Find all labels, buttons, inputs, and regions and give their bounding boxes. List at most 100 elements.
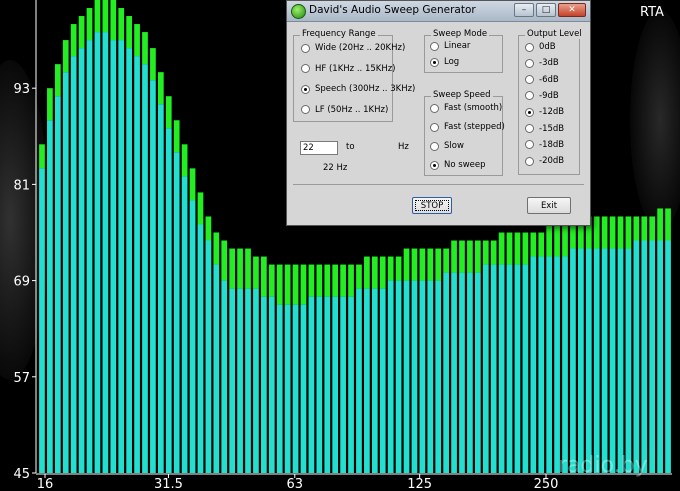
level-bar (268, 296, 275, 473)
radio-button-icon[interactable] (525, 75, 534, 85)
sweep-mode-option[interactable]: Linear (430, 41, 470, 51)
output-level-option[interactable]: -6dB (525, 75, 559, 85)
radio-button-icon[interactable] (301, 64, 310, 73)
output-level-option-label: -6dB (539, 74, 559, 85)
level-bar (213, 264, 220, 473)
frequency-range-option[interactable]: Speech (300Hz .. 3KHz) (301, 84, 415, 94)
sweep-mode-option-label: Linear (444, 41, 471, 51)
peak-bar (134, 24, 140, 57)
peak-bar (157, 72, 164, 105)
peak-bar (411, 248, 418, 281)
peak-bar (94, 0, 101, 33)
radio-button-icon[interactable] (525, 156, 534, 166)
level-bar (316, 296, 323, 473)
output-level-option[interactable]: -15dB (525, 124, 564, 134)
sweep-mode-option[interactable]: Log (430, 57, 459, 67)
radio-button-icon[interactable] (430, 103, 439, 113)
radio-button-icon[interactable] (430, 141, 439, 151)
peak-bar (649, 216, 656, 241)
level-bar (181, 176, 188, 473)
peak-bar (229, 248, 236, 289)
radio-button-icon[interactable] (430, 160, 439, 170)
dialog-titlebar[interactable]: David's Audio Sweep Generator – □ ✕ (287, 1, 590, 22)
level-bar (157, 104, 164, 473)
level-bar (617, 248, 624, 473)
maximize-button[interactable]: □ (536, 3, 556, 17)
peak-bar (459, 240, 465, 273)
peak-bar (482, 240, 489, 265)
sweep-speed-option[interactable]: Fast (stepped) (430, 122, 505, 132)
level-bar (427, 280, 434, 473)
peak-bar (47, 88, 53, 121)
level-bar (94, 32, 101, 473)
level-bar (474, 272, 481, 473)
peak-bar (300, 264, 307, 305)
output-level-option-label: 0dB (539, 42, 556, 52)
radio-button-icon[interactable] (525, 107, 534, 117)
dialog-separator (293, 184, 584, 185)
output-level-option-label: -20dB (539, 156, 565, 167)
output-level-option[interactable]: -3dB (525, 58, 559, 68)
peak-bar (213, 232, 220, 265)
sweep-speed-option[interactable]: Slow (430, 141, 464, 151)
frequency-input[interactable] (300, 141, 338, 155)
x-tick-label: 125 (407, 477, 432, 491)
peak-bar (165, 96, 172, 129)
level-bar (118, 40, 125, 473)
radio-button-icon[interactable] (525, 140, 534, 150)
watermark: radio.by (558, 453, 648, 478)
level-bar (379, 288, 386, 473)
level-bar (665, 240, 671, 473)
level-bar (276, 304, 283, 473)
sweep-speed-option[interactable]: No sweep (430, 160, 486, 170)
peak-bar (641, 216, 648, 241)
radio-button-icon[interactable] (430, 41, 439, 51)
radio-button-icon[interactable] (301, 43, 310, 53)
radio-button-icon[interactable] (525, 58, 534, 68)
frequency-range-option[interactable]: Wide (20Hz .. 20KHz) (301, 43, 405, 53)
level-bar (126, 48, 132, 473)
frequency-range-option-label: LF (50Hz .. 1KHz) (315, 104, 389, 115)
frequency-range-option[interactable]: HF (1KHz .. 15KHz) (301, 64, 396, 74)
peak-bar (118, 8, 125, 41)
level-bar (197, 224, 204, 473)
radio-button-icon[interactable] (525, 91, 534, 101)
peak-bar (253, 256, 259, 289)
y-tick-label: 45 (13, 467, 30, 482)
frequency-range-option[interactable]: LF (50Hz .. 1KHz) (301, 105, 388, 115)
peak-bar (181, 144, 188, 177)
radio-button-icon[interactable] (301, 84, 310, 94)
radio-button-icon[interactable] (525, 124, 534, 133)
radio-button-icon[interactable] (301, 105, 310, 114)
level-bar (657, 240, 663, 473)
exit-button[interactable]: Exit (527, 197, 571, 214)
radio-button-icon[interactable] (430, 57, 439, 67)
level-bar (102, 32, 109, 473)
output-level-option[interactable]: -12dB (525, 107, 564, 117)
output-level-option[interactable]: -9dB (525, 91, 559, 101)
peak-bar (427, 248, 434, 281)
output-level-option[interactable]: -18dB (525, 140, 564, 150)
level-bar (641, 240, 648, 473)
minimize-button[interactable]: – (514, 3, 534, 17)
sweep-generator-dialog: David's Audio Sweep Generator – □ ✕ Freq… (286, 0, 591, 226)
x-tick-label: 16 (37, 477, 54, 491)
sweep-speed-option-label: Fast (smooth) (444, 103, 503, 113)
level-bar (205, 240, 212, 473)
peak-bar (237, 248, 243, 289)
level-bar (292, 304, 299, 473)
sweep-speed-option[interactable]: Fast (smooth) (430, 103, 502, 113)
close-button[interactable]: ✕ (558, 3, 586, 17)
radio-button-icon[interactable] (525, 42, 534, 52)
output-level-option[interactable]: -20dB (525, 156, 564, 166)
stop-button[interactable]: STOP (412, 197, 452, 214)
level-bar (490, 264, 497, 473)
level-bar (562, 256, 568, 473)
peak-bar (102, 0, 109, 33)
level-bar (324, 296, 331, 473)
output-level-option[interactable]: 0dB (525, 42, 556, 52)
radio-button-icon[interactable] (430, 122, 439, 132)
peak-bar (348, 264, 354, 297)
peak-bar (316, 264, 323, 297)
peak-bar (506, 232, 513, 265)
